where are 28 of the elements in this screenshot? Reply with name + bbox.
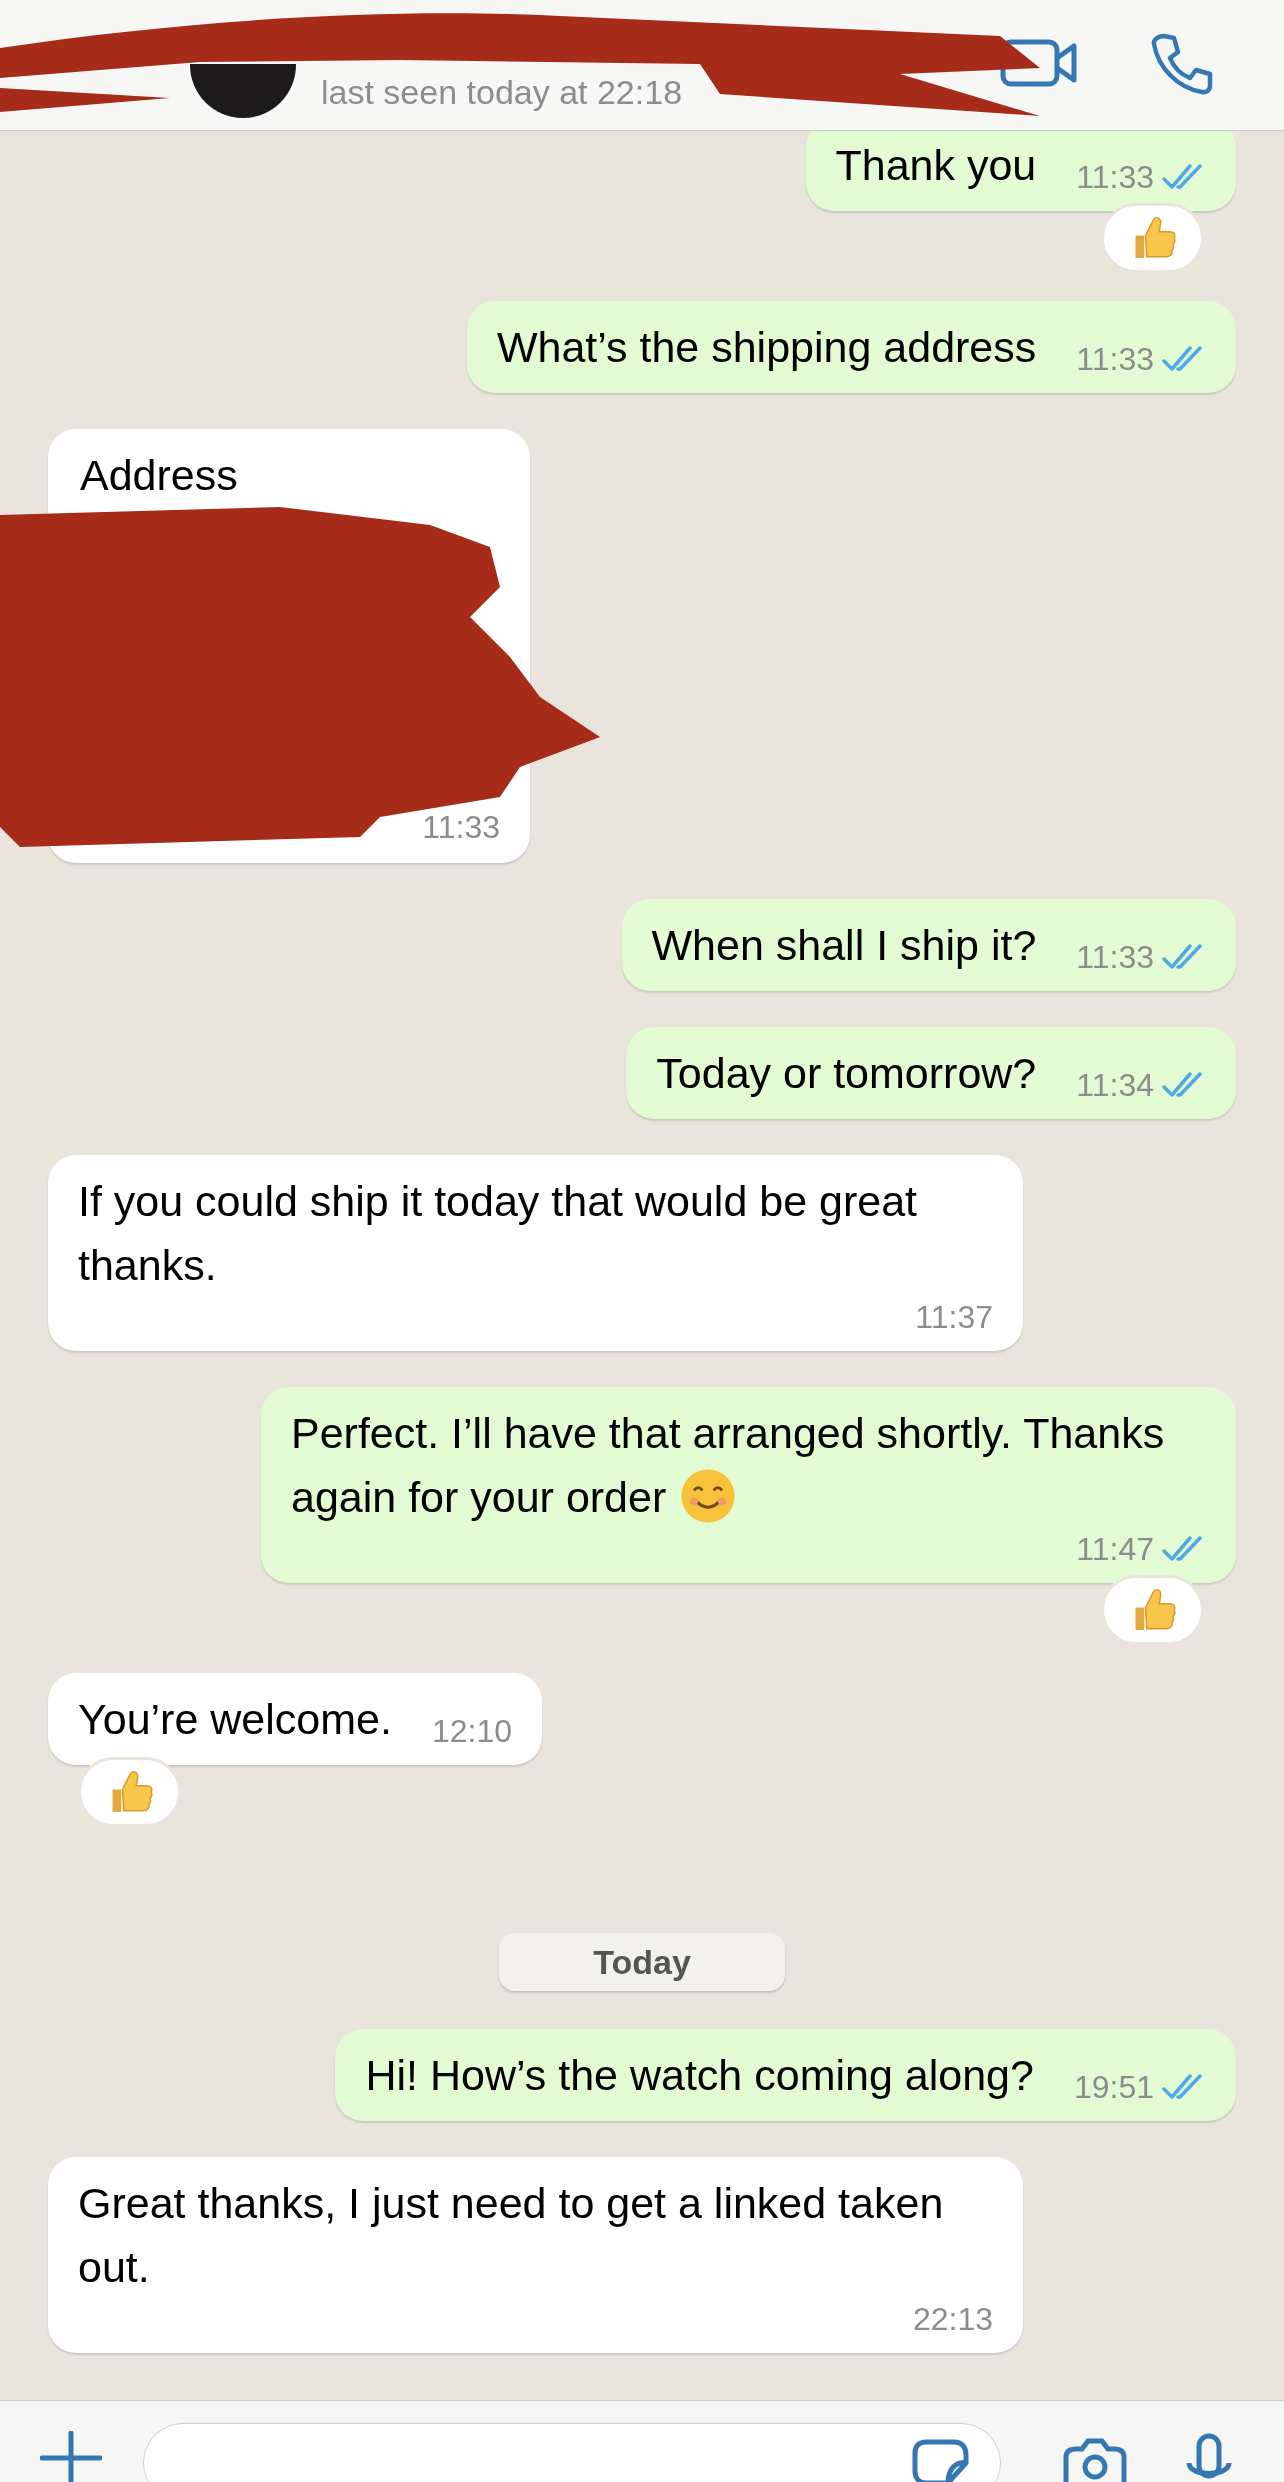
message-input-field[interactable] <box>143 2423 1001 2482</box>
message-time: 11:47 <box>1076 1530 1154 1569</box>
video-call-icon[interactable] <box>1000 38 1078 88</box>
message-time: 11:33 <box>422 808 500 847</box>
camera-icon[interactable] <box>1062 2437 1128 2482</box>
date-divider: Today <box>499 1933 785 1991</box>
message-time: 11:34 <box>1076 1066 1154 1105</box>
message-time: 11:37 <box>914 1298 993 1337</box>
add-icon[interactable] <box>40 2431 102 2482</box>
message-time: 11:33 <box>1076 340 1154 379</box>
last-seen-status: last seen today at 22:18 <box>321 72 683 112</box>
message-text: Perfect. I’ll have that arranged shortly. Thanks again for your order <box>291 1401 1206 1529</box>
message-text: You’re welcome. <box>78 1694 392 1745</box>
message-text: What’s the shipping address <box>496 322 1037 373</box>
message-text: Thank you <box>835 140 1037 191</box>
message-time: 12:10 <box>430 1712 512 1751</box>
message-text: When shall I ship it? <box>651 920 1037 971</box>
message-text: Hi! How’s the watch coming along? <box>365 2050 1034 2101</box>
phone-call-icon[interactable] <box>1150 32 1214 96</box>
message-time: 11:33 <box>1076 158 1154 197</box>
message-text: If you could ship it today that would be great thanks. <box>78 1176 919 1291</box>
message-text: Today or tomorrow? <box>656 1048 1037 1099</box>
message-time: 22:13 <box>911 2300 993 2339</box>
message-text: Great thanks, I just need to get a linked taken out. <box>78 2178 945 2293</box>
sticker-icon[interactable] <box>912 2439 970 2482</box>
message-time: 19:51 <box>1073 2068 1154 2107</box>
message-time: 11:33 <box>1076 938 1154 977</box>
message-text: Address <box>80 450 238 501</box>
